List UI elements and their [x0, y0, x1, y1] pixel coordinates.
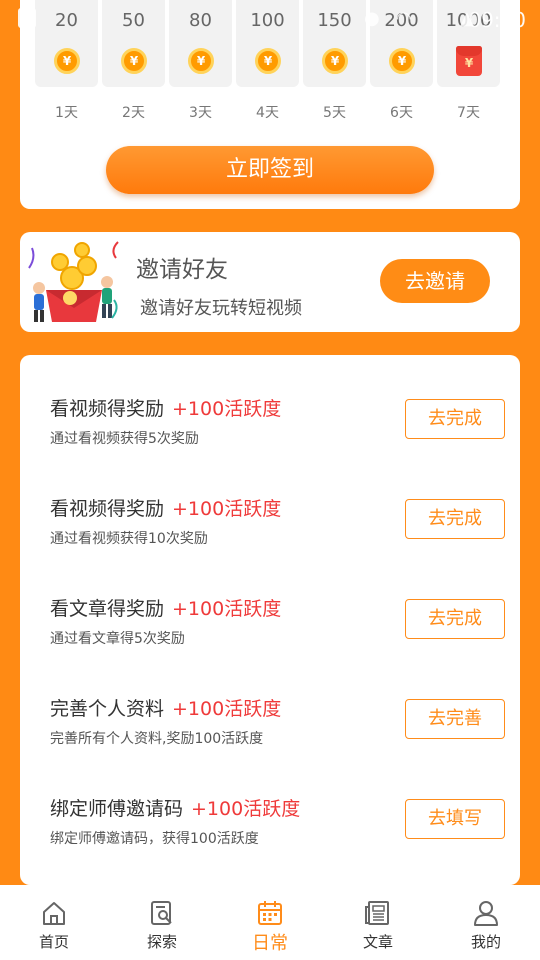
- coin-icon: ¥: [121, 48, 147, 74]
- nav-item-explore[interactable]: 探索: [108, 885, 216, 960]
- day-label: 5天: [323, 105, 346, 121]
- invite-button[interactable]: 去邀请: [380, 259, 490, 303]
- red-packet-icon: ¥: [456, 46, 482, 76]
- home-icon: [43, 902, 65, 925]
- nav-item-articles[interactable]: 文章: [324, 885, 432, 960]
- task-description: 完善所有个人资料,奖励100活跃度: [50, 731, 264, 747]
- wifi-icon: ◠: [396, 8, 412, 29]
- status-time: 09:20: [468, 8, 526, 32]
- task-action-button[interactable]: 去完成: [405, 499, 505, 539]
- nav-label: 探索: [146, 933, 177, 951]
- nav-label: 首页: [38, 933, 69, 951]
- task-action-button[interactable]: 去完成: [405, 599, 505, 639]
- task-action-button[interactable]: 去完善: [405, 699, 505, 739]
- task-action-button[interactable]: 去填写: [405, 799, 505, 839]
- nav-label: 日常: [252, 933, 288, 954]
- calendar-icon: [258, 901, 282, 925]
- day-label: 1天: [55, 105, 78, 121]
- task-description: 通过看文章得5次奖励: [50, 631, 185, 647]
- day-label: 7天: [457, 105, 480, 121]
- day-label: 4天: [256, 105, 279, 121]
- coin-icon: ¥: [322, 48, 348, 74]
- task-reward: +100活跃度: [172, 598, 282, 620]
- invite-illustration-icon: [28, 241, 119, 322]
- task-name: 绑定师傅邀请码: [50, 798, 184, 820]
- task-item: 看视频得奖励 +100活跃度 通过看视频获得5次奖励 去完成: [20, 355, 520, 455]
- task-reward: +100活跃度: [172, 398, 282, 420]
- user-icon: [474, 901, 498, 926]
- day-label: 3天: [189, 105, 212, 121]
- nav-label: 我的: [470, 933, 501, 951]
- task-name: 看视频得奖励: [50, 498, 165, 520]
- task-name: 完善个人资料: [50, 698, 165, 720]
- task-reward: +100活跃度: [191, 798, 301, 820]
- bottom-nav: 首页 探索 日常 文章 我的: [0, 885, 540, 960]
- task-reward: +100活跃度: [172, 698, 282, 720]
- task-item: 完善个人资料 +100活跃度 完善所有个人资料,奖励100活跃度 去完善: [20, 655, 520, 755]
- coin-icon: ¥: [255, 48, 281, 74]
- task-description: 绑定师傅邀请码，获得100活跃度: [50, 831, 259, 847]
- day-label: 6天: [390, 105, 413, 121]
- location-icon: ●: [364, 8, 380, 29]
- coin-icon: ¥: [389, 48, 415, 74]
- task-reward: +100活跃度: [172, 498, 282, 520]
- task-name: 看文章得奖励: [50, 598, 165, 620]
- coin-icon: ¥: [188, 48, 214, 74]
- task-name: 看视频得奖励: [50, 398, 165, 420]
- task-list: 看视频得奖励 +100活跃度 通过看视频获得5次奖励 去完成 看视频得奖励 +100…: [20, 355, 520, 885]
- day-label: 2天: [122, 105, 145, 121]
- nav-item-home[interactable]: 首页: [0, 885, 108, 960]
- status-bar: ● ◠ ▲ 09:20: [0, 0, 540, 36]
- notification-icon: [18, 8, 36, 28]
- invite-subtitle: 邀请好友玩转短视频: [140, 298, 302, 319]
- sign-in-button[interactable]: 立即签到: [106, 146, 434, 194]
- nav-item-profile[interactable]: 我的: [432, 885, 540, 960]
- newspaper-icon: [365, 901, 389, 925]
- task-action-button[interactable]: 去完成: [405, 399, 505, 439]
- nav-label: 文章: [362, 933, 393, 951]
- task-description: 通过看视频获得5次奖励: [50, 431, 199, 447]
- explore-icon: [151, 901, 172, 925]
- invite-title: 邀请好友: [136, 257, 228, 283]
- nav-item-daily[interactable]: 日常: [216, 885, 324, 960]
- task-description: 通过看视频获得10次奖励: [50, 531, 208, 547]
- task-item: 绑定师傅邀请码 +100活跃度 绑定师傅邀请码，获得100活跃度 去填写: [20, 755, 520, 855]
- invite-card: 邀请好友 邀请好友玩转短视频 去邀请: [20, 232, 520, 332]
- task-item: 看视频得奖励 +100活跃度 通过看视频获得10次奖励 去完成: [20, 455, 520, 555]
- task-item: 看文章得奖励 +100活跃度 通过看文章得5次奖励 去完成: [20, 555, 520, 655]
- coin-icon: ¥: [54, 48, 80, 74]
